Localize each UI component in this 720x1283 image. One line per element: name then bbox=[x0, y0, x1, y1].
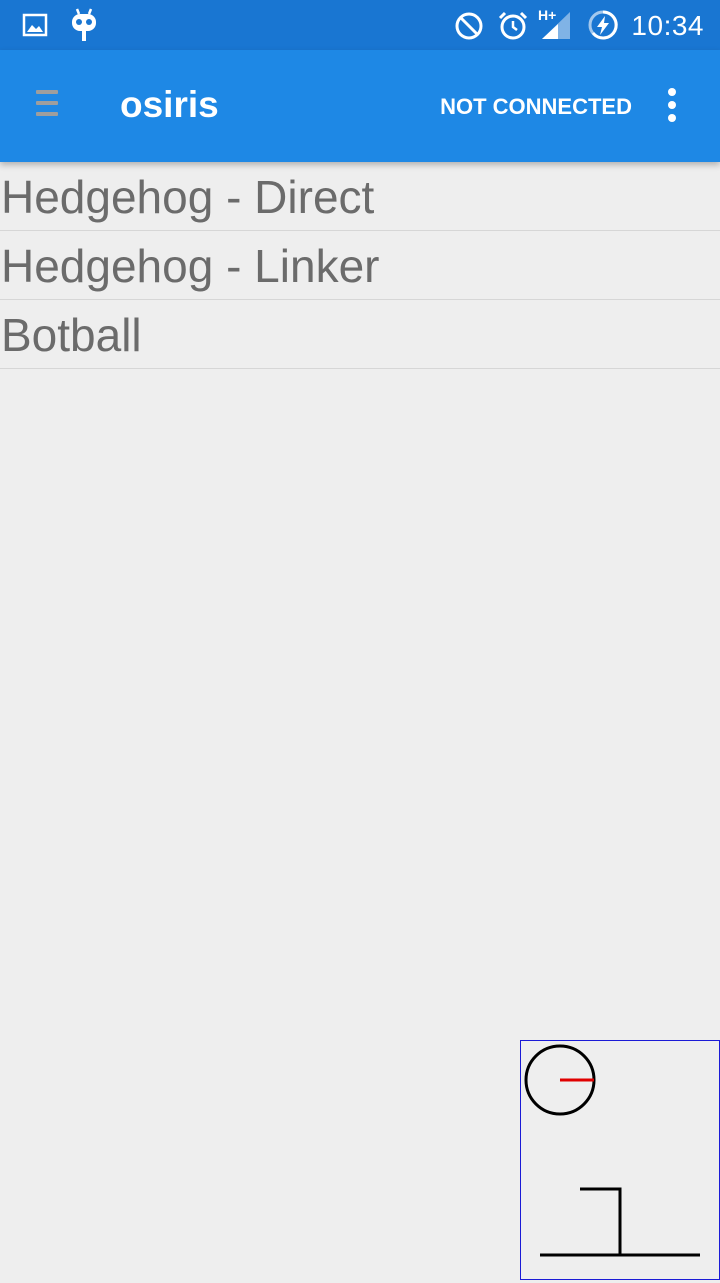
list-item-hedgehog-linker[interactable]: Hedgehog - Linker bbox=[0, 231, 720, 300]
robot-type-list: Hedgehog - Direct Hedgehog - Linker Botb… bbox=[0, 162, 720, 369]
list-item-botball[interactable]: Botball bbox=[0, 300, 720, 369]
robot-preview-panel bbox=[520, 1040, 720, 1280]
wall-obstacle bbox=[580, 1187, 622, 1255]
app-bar: osiris NOT CONNECTED bbox=[0, 50, 720, 162]
hamburger-menu-icon[interactable] bbox=[36, 90, 62, 122]
status-bar: H+ 10:34 bbox=[0, 0, 720, 50]
list-item-hedgehog-direct[interactable]: Hedgehog - Direct bbox=[0, 162, 720, 231]
android-icon bbox=[72, 8, 96, 41]
battery-charging-icon bbox=[588, 10, 618, 40]
connection-status-button[interactable]: NOT CONNECTED bbox=[440, 94, 632, 120]
do-not-disturb-icon bbox=[455, 12, 483, 40]
image-icon bbox=[22, 13, 48, 37]
status-time: 10:34 bbox=[631, 10, 704, 41]
more-vert-icon[interactable] bbox=[664, 88, 680, 128]
app-title: osiris bbox=[120, 84, 219, 125]
robot-preview-canvas bbox=[524, 1044, 700, 1257]
alarm-icon bbox=[498, 11, 528, 40]
signal-icon bbox=[542, 12, 570, 39]
